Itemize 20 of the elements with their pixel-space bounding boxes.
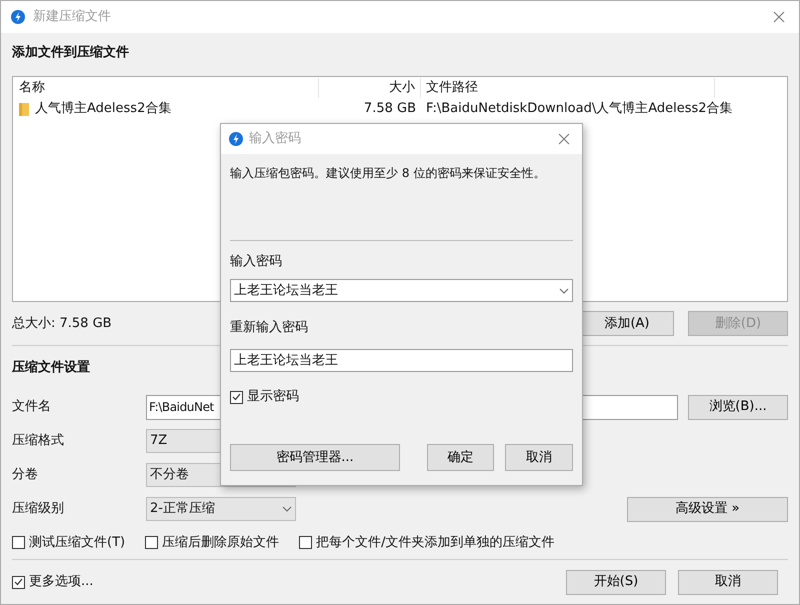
field-label: 分卷 <box>12 466 39 484</box>
section-title: 压缩文件设置 <box>12 358 90 378</box>
field-label: 重新输入密码 <box>230 318 308 337</box>
field-label: 压缩格式 <box>12 432 65 450</box>
dialog-title: 输入密码 <box>249 130 301 148</box>
checkbox-label: 压缩后删除原始文件 <box>162 534 280 552</box>
file-name: 人气博主Adeless2合集 <box>35 100 172 118</box>
field-label: 输入密码 <box>230 253 282 272</box>
dialog-message: 输入压缩包密码。建议使用至少 8 位的密码来保证安全性。 <box>230 166 546 180</box>
checkbox-label: 把每个文件/文件夹添加到单独的压缩文件 <box>316 534 554 552</box>
window-title: 新建压缩文件 <box>33 8 111 26</box>
total-size: 总大小: 7.58 GB <box>12 314 112 333</box>
checkbox-label: 测试压缩文件(T) <box>29 534 126 552</box>
field-label: 文件名 <box>12 398 52 416</box>
checkbox-label: 更多选项... <box>29 573 94 592</box>
file-size: 7.58 GB <box>362 100 417 118</box>
checkbox-label: 显示密码 <box>247 388 299 406</box>
field-label: 压缩级别 <box>12 500 65 518</box>
section-title: 添加文件到压缩文件 <box>12 44 129 62</box>
file-path: F:\BaiduNetdiskDownload\人气博主Adeless2合集 <box>425 100 733 118</box>
